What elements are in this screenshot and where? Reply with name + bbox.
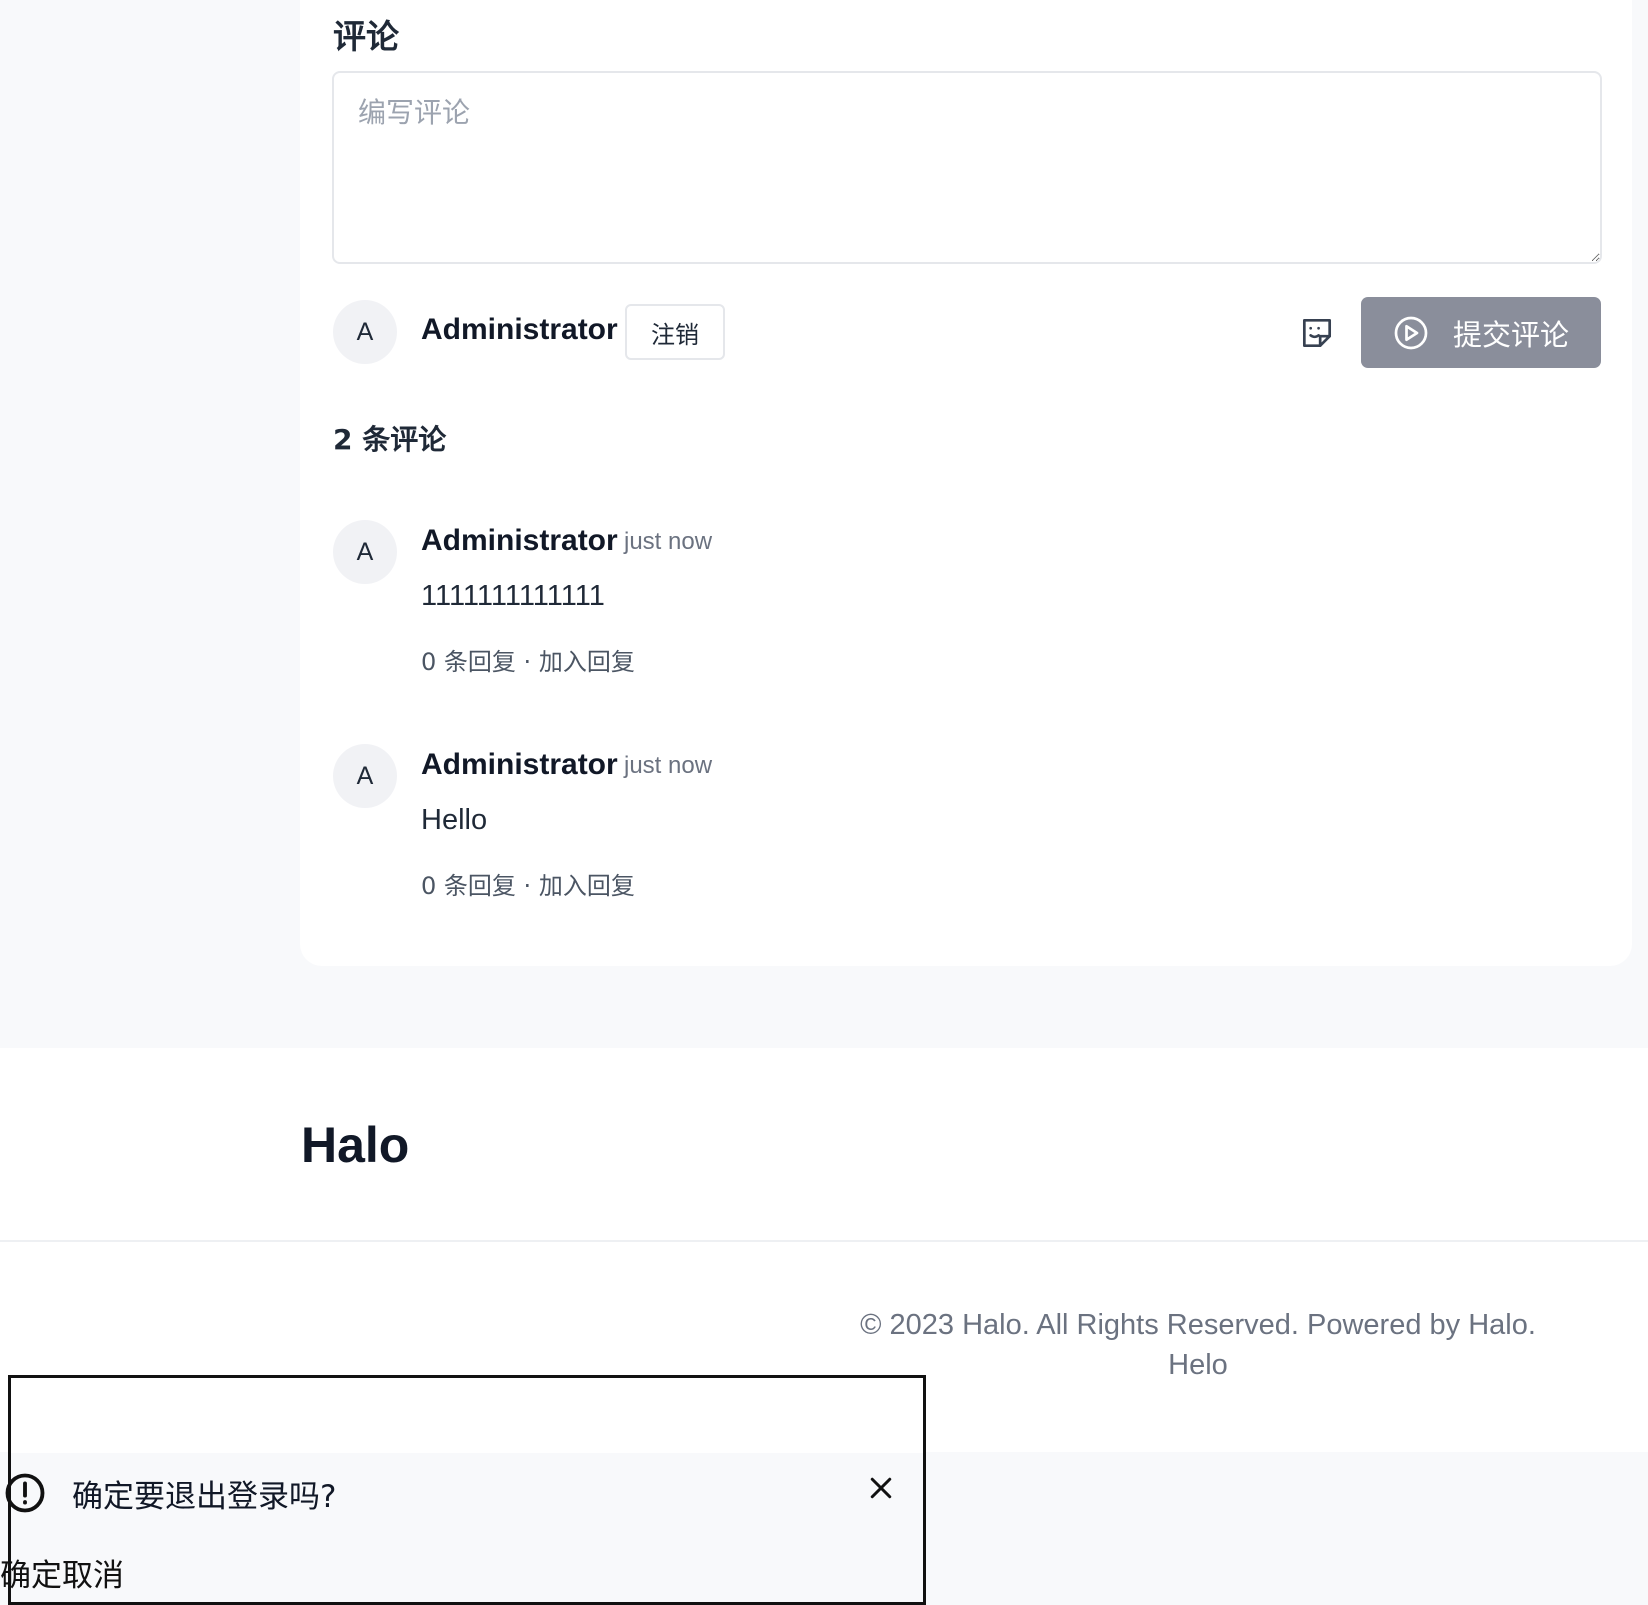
- submit-comment-label: 提交评论: [1452, 317, 1569, 352]
- reply-separator: ·: [523, 872, 532, 900]
- comment-textarea[interactable]: [332, 71, 1602, 264]
- logout-button[interactable]: 注销: [625, 304, 725, 360]
- sticker-smile-icon: [1302, 318, 1332, 348]
- comment-reply-row: 0 条回复 · 加入回复: [421, 642, 635, 677]
- footer-copyright: © 2023 Halo. All Rights Reserved. Powere…: [840, 1305, 1556, 1385]
- reply-separator: ·: [523, 648, 532, 676]
- cancel-button[interactable]: 取消: [62, 1558, 124, 1594]
- current-user-avatar: A: [333, 300, 397, 364]
- comment-content: Hello: [421, 804, 488, 836]
- comment-author: Administrator: [421, 748, 618, 781]
- confirm-button[interactable]: 确定: [0, 1558, 62, 1594]
- copyright-line: © 2023 Halo. All Rights Reserved. Powere…: [860, 1309, 1536, 1341]
- add-reply-link[interactable]: 加入回复: [539, 872, 635, 900]
- add-reply-link[interactable]: 加入回复: [539, 648, 635, 676]
- comment-avatar: A: [333, 744, 397, 808]
- emoji-button[interactable]: [1297, 313, 1337, 353]
- submit-comment-button[interactable]: 提交评论: [1361, 297, 1601, 368]
- send-circle-icon: [1394, 316, 1428, 349]
- footer-brand[interactable]: Halo: [301, 1116, 409, 1174]
- comment-author: Administrator: [421, 524, 618, 557]
- comment-avatar: A: [333, 520, 397, 584]
- comment-time: just now: [624, 752, 713, 779]
- comments-title: 评论: [333, 17, 399, 56]
- copyright-line: Helo: [1168, 1349, 1228, 1381]
- comment-reply-row: 0 条回复 · 加入回复: [421, 866, 635, 901]
- exclamation-circle-icon: [5, 1473, 45, 1513]
- comment-count: 2 条评论: [333, 423, 447, 456]
- comment-content: 1111111111111: [421, 580, 605, 612]
- close-icon[interactable]: [866, 1473, 896, 1503]
- dialog-actions: 确定取消: [0, 1550, 124, 1595]
- current-user-name: Administrator: [421, 313, 618, 346]
- comment-time: just now: [624, 528, 713, 555]
- footer-divider: [0, 1240, 1648, 1242]
- reply-count: 0 条回复: [421, 872, 516, 900]
- dialog-title: 确定要退出登录吗?: [72, 1479, 337, 1515]
- reply-count: 0 条回复: [421, 648, 516, 676]
